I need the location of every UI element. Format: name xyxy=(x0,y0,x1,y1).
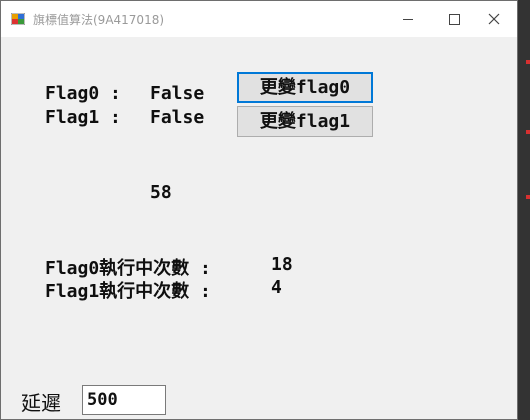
flag0-label: Flag0 : xyxy=(45,83,121,104)
app-window: 旗標值算法(9A417018) Flag0 : False Flag1 : Fa… xyxy=(0,0,518,420)
background-marker xyxy=(526,130,530,134)
toggle-flag1-button[interactable]: 更變flag1 xyxy=(237,106,373,137)
maximize-icon xyxy=(448,13,460,25)
minimize-icon xyxy=(403,18,413,20)
flag0-value: False xyxy=(150,83,205,104)
flag1-run-count-label: Flag1執行中次數 : xyxy=(45,281,211,302)
flag1-value: False xyxy=(150,107,205,128)
flag0-run-count-value: 18 xyxy=(271,254,293,275)
flag1-run-count-value: 4 xyxy=(271,277,282,298)
background-marker xyxy=(526,60,530,64)
counter-value: 58 xyxy=(150,182,172,203)
background-marker xyxy=(526,195,530,199)
delay-input[interactable]: 500 xyxy=(82,385,166,415)
toggle-flag0-button[interactable]: 更變flag0 xyxy=(237,72,373,103)
close-button[interactable] xyxy=(471,1,517,37)
window-title: 旗標值算法(9A417018) xyxy=(33,13,165,27)
delay-label: 延遲 xyxy=(21,391,61,415)
minimize-button[interactable] xyxy=(385,1,431,37)
flag1-label: Flag1 : xyxy=(45,107,121,128)
app-icon xyxy=(11,13,25,25)
desktop-background xyxy=(518,0,530,420)
title-bar[interactable]: 旗標值算法(9A417018) xyxy=(1,1,517,37)
close-icon xyxy=(488,13,500,25)
